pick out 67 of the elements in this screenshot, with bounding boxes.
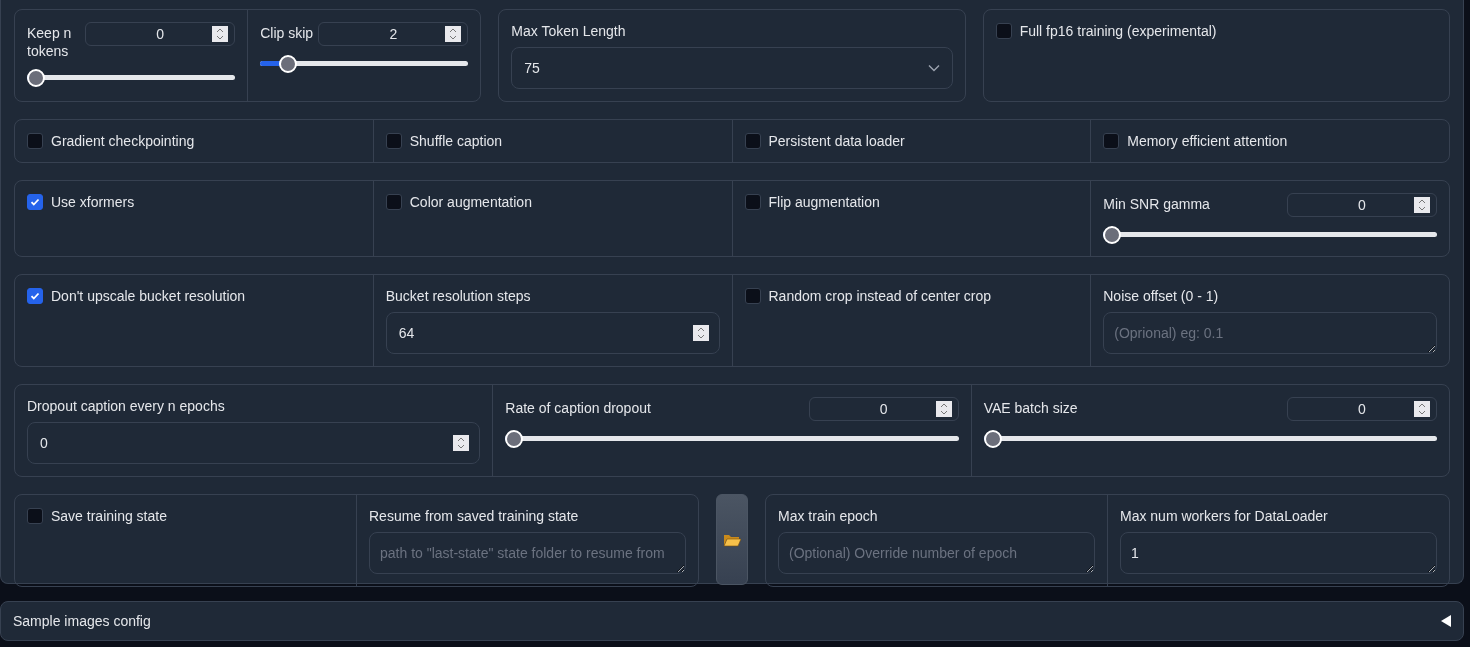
checkbox-label: Shuffle caption — [409, 132, 503, 150]
dropdown-label: Max Token Length — [511, 22, 627, 40]
textbox-label: Max train epoch — [778, 507, 879, 525]
text-input[interactable]: path to "last-state" state folder to resume from — [369, 532, 686, 574]
folder-icon — [723, 532, 741, 547]
checkbox[interactable] — [27, 288, 43, 304]
slider[interactable] — [1103, 226, 1437, 244]
slider-label: Min SNR gamma — [1103, 195, 1210, 213]
checkbox-label: Flip augmentation — [768, 193, 880, 211]
text-input[interactable]: (Oprional) eg: 0.1 — [1103, 312, 1437, 354]
folder-button[interactable] — [716, 494, 748, 585]
checkbox-label: Use xformers — [51, 193, 135, 211]
spinner-icon[interactable] — [445, 26, 462, 42]
spinner-icon[interactable] — [212, 26, 229, 42]
checkbox[interactable] — [385, 133, 402, 149]
slider-label: Rate of caption dropout — [505, 399, 651, 417]
checkbox-label: Persistent data loader — [768, 132, 905, 150]
checkbox-label: Color augmentation — [409, 193, 532, 211]
number-input[interactable]: 0 — [808, 397, 959, 421]
number-input[interactable]: 64 — [385, 312, 720, 354]
checkbox-label: Save training state — [51, 507, 167, 525]
slider-thumb[interactable] — [1103, 226, 1122, 244]
text-input[interactable]: 1 — [1120, 532, 1437, 574]
checkbox[interactable] — [27, 508, 43, 524]
number-label: Dropout caption every n epochs — [27, 397, 226, 415]
checkbox-label: Gradient checkpointing — [51, 132, 195, 150]
slider[interactable] — [27, 69, 236, 87]
checkbox-label: Memory efficient attention — [1127, 132, 1288, 150]
slider-label: VAE batch size — [983, 399, 1078, 417]
check-icon — [29, 196, 41, 208]
check-icon — [29, 290, 41, 302]
slider-thumb[interactable] — [27, 69, 45, 87]
spinner-icon[interactable] — [935, 401, 952, 417]
number-input[interactable]: 0 — [1287, 397, 1437, 421]
slider[interactable] — [983, 430, 1437, 448]
textbox-label: Max num workers for DataLoader — [1120, 507, 1329, 525]
checkbox[interactable] — [995, 23, 1012, 39]
text-input[interactable]: (Optional) Override number of epoch — [778, 532, 1095, 574]
checkbox[interactable] — [1103, 133, 1120, 149]
slider-thumb[interactable] — [279, 55, 298, 73]
dropdown[interactable]: 75 — [511, 47, 953, 89]
chevron-down-icon — [927, 64, 940, 72]
checkbox-label: Random crop instead of center crop — [768, 287, 992, 305]
spinner-icon[interactable] — [453, 435, 470, 451]
textbox-label: Noise offset (0 - 1) — [1103, 287, 1220, 305]
checkbox-label: Don't upscale bucket resolution — [51, 287, 246, 305]
number-input[interactable]: 0 — [85, 22, 236, 46]
slider-thumb[interactable] — [505, 430, 524, 448]
checkbox[interactable] — [385, 194, 402, 210]
number-label: Bucket resolution steps — [385, 287, 532, 305]
checkbox-label: Full fp16 training (experimental) — [1019, 22, 1217, 40]
spinner-icon[interactable] — [692, 325, 709, 341]
checkbox[interactable] — [744, 288, 761, 304]
checkbox[interactable] — [27, 194, 43, 210]
slider[interactable] — [260, 55, 469, 73]
number-input[interactable]: 0 — [27, 422, 481, 464]
checkbox[interactable] — [27, 133, 43, 149]
checkbox[interactable] — [744, 133, 761, 149]
slider-thumb[interactable] — [983, 430, 1002, 448]
number-input[interactable]: 0 — [1287, 193, 1437, 217]
slider-label: Keep n tokens — [27, 24, 73, 60]
textbox-label: Resume from saved training state — [369, 507, 580, 525]
slider[interactable] — [505, 430, 959, 448]
number-input[interactable]: 2 — [318, 22, 469, 46]
accordion-header[interactable]: Sample images config — [0, 601, 1464, 641]
checkbox[interactable] — [744, 194, 761, 210]
slider-label: Clip skip — [260, 24, 314, 42]
